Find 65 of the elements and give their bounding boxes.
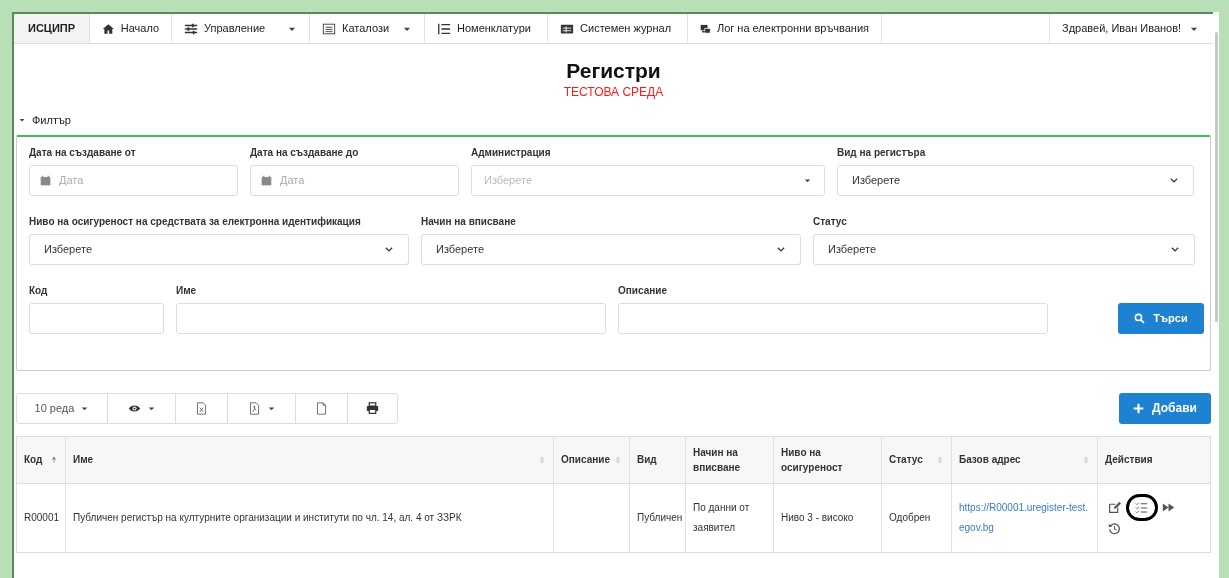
document-file-icon	[247, 401, 261, 415]
search-icon	[1134, 312, 1146, 324]
table-cell-text: По данни от заявител	[693, 500, 751, 535]
search-button[interactable]: Търси	[1118, 302, 1204, 334]
column-header[interactable]: Начин на вписване	[693, 444, 766, 475]
column-header[interactable]: Базов адрес	[959, 452, 1021, 467]
environment-label: ТЕСТОВА СРЕДА	[563, 84, 664, 100]
select-field[interactable]: Изберете	[421, 233, 801, 265]
table-cell-text: R00001	[24, 510, 60, 525]
select-field[interactable]: Изберете	[813, 233, 1195, 265]
edit-icon[interactable]	[1108, 500, 1121, 514]
select-field[interactable]: Изберете	[837, 164, 1194, 196]
field-label: Ниво на осигуреност на средствата за електронна идентификация	[29, 214, 362, 229]
field-label: Код	[29, 283, 49, 298]
calendar-icon	[261, 174, 272, 186]
text-field[interactable]	[618, 302, 1048, 334]
table-cell-text: Ниво 3 - високо	[781, 510, 854, 525]
nav-item[interactable]: Начало	[90, 14, 173, 43]
nav-item[interactable]: Каталози	[310, 14, 426, 43]
nav-item[interactable]: Лог на електронни връчвания	[688, 14, 883, 43]
chevron-icon	[1169, 175, 1179, 185]
add-button[interactable]: Добави	[1119, 392, 1211, 424]
chevron-icon	[384, 244, 394, 254]
column-header[interactable]: Действия	[1105, 452, 1153, 467]
field-label: Администрация	[471, 145, 552, 160]
select-field[interactable]: Изберете	[29, 233, 409, 265]
chevron-icon	[1170, 244, 1180, 254]
nav-item[interactable]: Номенклатури	[425, 14, 549, 43]
column-header[interactable]: Вид	[637, 452, 657, 467]
chevron-icon	[776, 244, 786, 254]
field-label: Описание	[618, 283, 668, 298]
column-header[interactable]: Описание	[561, 452, 610, 467]
column-header[interactable]: Ниво на осигуреност	[781, 444, 874, 475]
field-label: Дата на създаване до	[250, 145, 360, 160]
column-header[interactable]: Име	[73, 452, 94, 467]
home-icon	[102, 21, 115, 36]
sliders-icon	[184, 21, 199, 36]
column-header[interactable]: Статус	[889, 452, 923, 467]
table-cell-text: Одобрен	[889, 510, 931, 525]
file-icon	[315, 401, 328, 415]
nav-item[interactable]: Системен журнал	[548, 14, 689, 43]
column-header[interactable]: Код	[24, 452, 43, 467]
table-cell-text: Публичен	[637, 510, 683, 525]
history-icon[interactable]	[1108, 521, 1121, 535]
list-box-icon	[322, 21, 337, 36]
calendar-icon	[40, 174, 51, 186]
text-field[interactable]	[29, 302, 164, 334]
page-title: Регистри	[566, 58, 661, 84]
brand-name[interactable]: ИСЦИПР	[14, 14, 91, 43]
plus-icon	[1133, 402, 1145, 414]
spreadsheet-file-icon	[195, 401, 208, 415]
field-label: Вид на регистъра	[837, 145, 927, 160]
field-label: Дата на създаване от	[29, 145, 137, 160]
checklist-icon[interactable]	[1135, 500, 1148, 514]
text-field[interactable]	[176, 302, 606, 334]
nav-item[interactable]: Управление	[172, 14, 311, 43]
scrollbar[interactable]	[1214, 32, 1218, 322]
table-cell-text: Публичен регистър на културните организации и институти по чл. 14, ал. 4 от ЗЗРК	[73, 510, 462, 525]
field-label: Начин на вписване	[421, 214, 517, 229]
field-label: Статус	[813, 214, 848, 229]
filter-toggle[interactable]: Филтър	[18, 112, 71, 129]
url-link[interactable]: https://R00001.uregister-test.egov.bg	[959, 497, 1090, 538]
numbered-list-icon	[437, 21, 452, 36]
print-icon	[366, 401, 379, 415]
field-label: Име	[176, 283, 198, 298]
